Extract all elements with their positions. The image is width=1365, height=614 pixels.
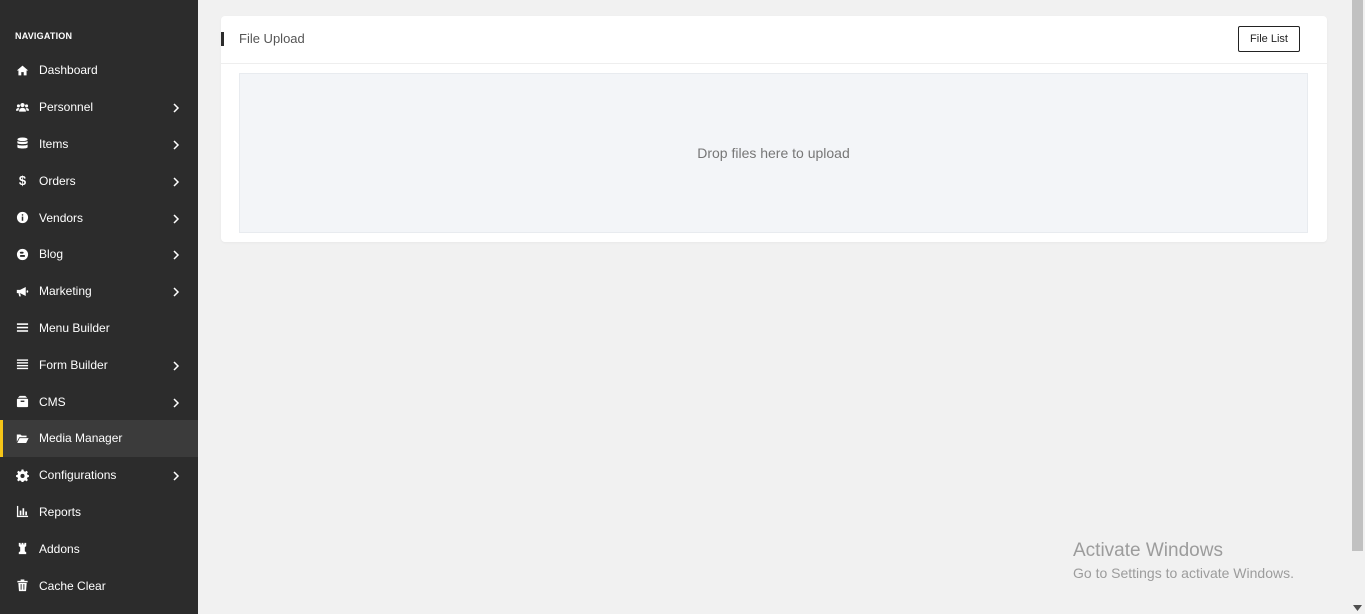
sidebar-item-label: Marketing xyxy=(39,284,92,299)
sidebar-item-items[interactable]: Items xyxy=(0,126,198,163)
file-list-button[interactable]: File List xyxy=(1238,26,1300,52)
bar-chart-icon xyxy=(15,505,30,519)
chevron-right-icon xyxy=(172,102,180,113)
chevron-right-icon xyxy=(172,139,180,150)
sidebar-item-marketing[interactable]: Marketing xyxy=(0,273,198,310)
bars-icon xyxy=(15,321,30,335)
sidebar-item-label: Cache Clear xyxy=(39,578,106,593)
vertical-scrollbar[interactable] xyxy=(1350,0,1365,614)
sidebar-item-label: Addons xyxy=(39,541,80,556)
watermark-title: Activate Windows xyxy=(1073,540,1223,561)
card-header-accent xyxy=(221,32,224,46)
sidebar-item-cache-clear[interactable]: Cache Clear xyxy=(0,567,198,604)
sidebar-item-label: Dashboard xyxy=(39,63,98,78)
scroll-down-arrow-icon[interactable] xyxy=(1353,605,1362,611)
sidebar-item-label: Menu Builder xyxy=(39,320,110,335)
watermark-subtitle: Go to Settings to activate Windows. xyxy=(1073,565,1294,581)
home-icon xyxy=(15,63,30,77)
sidebar-item-media-manager[interactable]: Media Manager xyxy=(0,419,198,457)
sidebar-item-label: Reports xyxy=(39,504,82,519)
chevron-right-icon xyxy=(172,213,180,224)
file-dropzone[interactable]: Drop files here to upload xyxy=(239,73,1308,233)
database-icon xyxy=(15,137,30,151)
nav-heading: NAVIGATION xyxy=(15,31,73,41)
sidebar-item-form-builder[interactable]: Form Builder xyxy=(0,346,198,383)
sidebar-item-orders[interactable]: $ Orders xyxy=(0,162,198,199)
chevron-right-icon xyxy=(172,397,180,408)
sidebar-item-menu-builder[interactable]: Menu Builder xyxy=(0,310,198,347)
sidebar-item-label: Personnel xyxy=(39,100,94,115)
gear-icon xyxy=(15,468,30,482)
info-circle-icon xyxy=(15,211,30,225)
sidebar-item-reports[interactable]: Reports xyxy=(0,494,198,531)
sidebar-item-label: CMS xyxy=(39,394,66,409)
sidebar-item-label: Form Builder xyxy=(39,357,108,372)
scrollbar-thumb[interactable] xyxy=(1352,0,1363,551)
card-header: File Upload File List xyxy=(221,16,1327,64)
sidebar-item-addons[interactable]: Addons xyxy=(0,530,198,567)
sidebar-item-label: Blog xyxy=(39,247,64,262)
chess-rook-icon xyxy=(15,542,30,556)
chevron-right-icon xyxy=(172,360,180,371)
users-icon xyxy=(15,100,30,114)
chevron-right-icon xyxy=(172,249,180,260)
folder-open-icon xyxy=(15,431,30,445)
dropzone-text: Drop files here to upload xyxy=(697,145,850,161)
file-upload-card: File Upload File List Drop files here to… xyxy=(221,16,1327,242)
sidebar-item-configurations[interactable]: Configurations xyxy=(0,457,198,494)
chevron-right-icon xyxy=(172,286,180,297)
sidebar-item-label: Configurations xyxy=(39,468,117,483)
sidebar-item-cms[interactable]: CMS xyxy=(0,383,198,420)
sidebar: NAVIGATION Dashboard Personnel Items $ O… xyxy=(0,0,198,614)
list-icon xyxy=(15,358,30,372)
box-icon xyxy=(15,395,30,409)
trash-icon xyxy=(15,579,30,593)
nav-list: Dashboard Personnel Items $ Orders Vendo… xyxy=(0,52,198,604)
sidebar-item-blog[interactable]: Blog xyxy=(0,236,198,273)
page-title: File Upload xyxy=(239,31,305,46)
sidebar-item-vendors[interactable]: Vendors xyxy=(0,199,198,236)
megaphone-icon xyxy=(15,284,30,298)
chevron-right-icon xyxy=(172,176,180,187)
blogger-icon xyxy=(15,247,30,261)
windows-activation-watermark: Activate Windows Go to Settings to activ… xyxy=(1073,540,1294,581)
chevron-right-icon xyxy=(172,470,180,481)
main-content: File Upload File List Drop files here to… xyxy=(198,0,1350,614)
sidebar-item-label: Items xyxy=(39,136,69,151)
sidebar-item-personnel[interactable]: Personnel xyxy=(0,89,198,126)
sidebar-item-label: Vendors xyxy=(39,210,84,225)
sidebar-item-label: Orders xyxy=(39,173,76,188)
sidebar-item-dashboard[interactable]: Dashboard xyxy=(0,52,198,89)
sidebar-item-label: Media Manager xyxy=(39,431,123,446)
dollar-icon: $ xyxy=(18,173,27,189)
